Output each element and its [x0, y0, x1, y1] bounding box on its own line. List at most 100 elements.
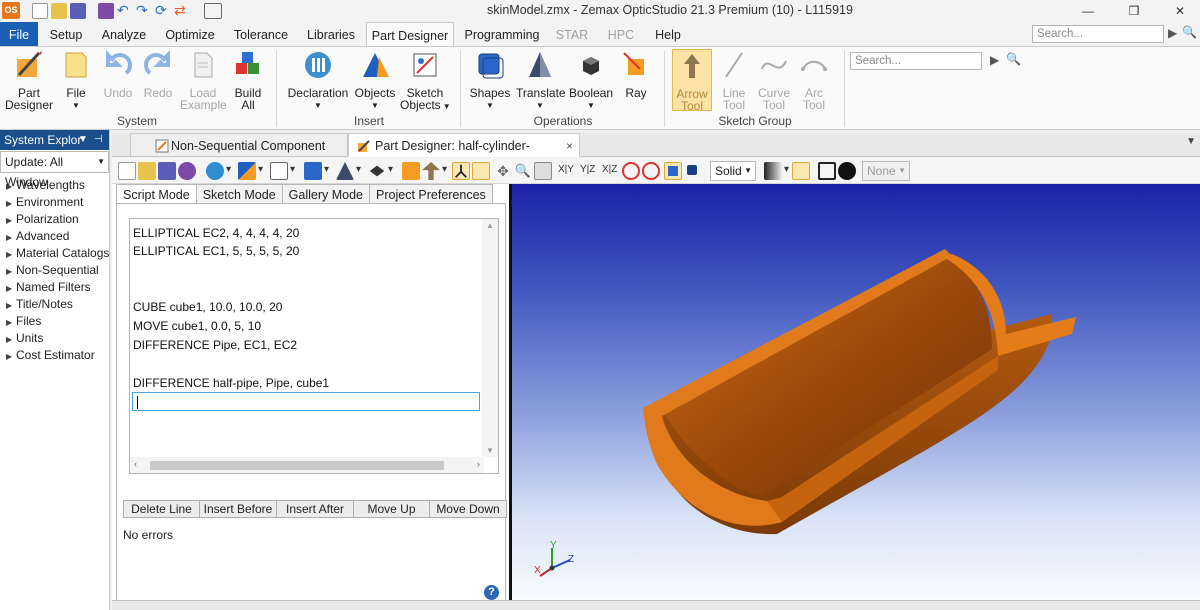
explorer-dropdown-icon[interactable]: ▼ — [78, 130, 88, 150]
current-line-input[interactable] — [132, 392, 480, 411]
tab-project-preferences[interactable]: Project Preferences — [369, 184, 493, 204]
render-mode-select[interactable]: Solid ▼ — [710, 161, 756, 181]
chevron-down-icon[interactable]: ▾ — [442, 164, 447, 175]
chevron-down-icon[interactable]: ▾ — [388, 164, 393, 175]
update-windows-select[interactable]: Update: All Window ▼ — [0, 151, 109, 189]
view-xy-button[interactable]: X|Y — [558, 164, 574, 175]
zoom-icon[interactable]: 🔍 — [514, 162, 532, 180]
help-icon[interactable]: ? — [484, 585, 499, 600]
selection-select[interactable]: None ▼ — [862, 161, 910, 181]
expand-arrow-icon[interactable]: ▶ — [6, 212, 16, 229]
tab-part-designer-file[interactable]: Part Designer: half-cylinder-solid.ZPO × — [348, 133, 580, 177]
tab-sketch-mode[interactable]: Sketch Mode — [195, 184, 283, 204]
tab-optimize[interactable]: Optimize — [160, 22, 220, 46]
insert-after-button[interactable]: Insert After — [276, 500, 354, 518]
view-yz-button[interactable]: Y|Z — [580, 164, 595, 175]
save-part-icon[interactable] — [158, 162, 176, 180]
power-icon[interactable] — [838, 162, 856, 180]
script-line[interactable]: ELLIPTICAL EC2, 4, 4, 4, 4, 20 — [133, 225, 299, 242]
minimize-button[interactable]: — — [1068, 0, 1108, 22]
script-line[interactable]: DIFFERENCE Pipe, EC1, EC2 — [133, 337, 297, 354]
fit-view-icon[interactable] — [818, 162, 836, 180]
search-zoom-icon[interactable]: 🔍 — [1006, 52, 1021, 66]
expand-arrow-icon[interactable]: ▶ — [6, 229, 16, 246]
scroll-down-icon[interactable]: ▼ — [486, 446, 494, 455]
explorer-item-environment[interactable]: ▶ Environment — [0, 194, 109, 211]
shapes-button[interactable]: Shapes ▼ — [468, 49, 512, 112]
move-down-button[interactable]: Move Down — [429, 500, 507, 518]
expand-arrow-icon[interactable]: ▶ — [6, 246, 16, 263]
wireframe-view-icon[interactable] — [684, 162, 702, 180]
tab-script-mode[interactable]: Script Mode — [116, 184, 197, 204]
expand-arrow-icon[interactable]: ▶ — [6, 314, 16, 331]
chevron-down-icon[interactable]: ▾ — [356, 164, 361, 175]
load-example-button[interactable]: Load Example — [180, 49, 227, 111]
ribbon-inner-search-input[interactable]: Search... — [850, 52, 982, 70]
redo-button[interactable]: Redo — [140, 49, 176, 99]
tab-overflow-icon[interactable]: ▼ — [1186, 136, 1196, 147]
expand-arrow-icon[interactable]: ▶ — [6, 195, 16, 212]
sketch-tool-icon[interactable] — [270, 162, 288, 180]
tab-help[interactable]: Help — [648, 22, 688, 46]
declaration-tool-icon[interactable] — [206, 162, 224, 180]
screenshot-icon[interactable] — [534, 162, 552, 180]
scroll-left-icon[interactable]: ‹ — [134, 459, 137, 469]
undo-button[interactable]: Undo — [100, 49, 136, 99]
objects-button[interactable]: Objects ▼ — [354, 49, 396, 112]
tab-setup[interactable]: Setup — [44, 22, 88, 46]
script-line[interactable]: CUBE cube1, 10.0, 10.0, 20 — [133, 299, 282, 316]
close-tab-icon[interactable]: × — [566, 134, 573, 158]
chevron-down-icon[interactable]: ▾ — [784, 164, 789, 175]
script-line[interactable]: ELLIPTICAL EC1, 5, 5, 5, 5, 20 — [133, 243, 299, 260]
explorer-item-cost-estimator[interactable]: ▶ Cost Estimator — [0, 347, 109, 364]
boolean-tool-icon[interactable] — [369, 165, 385, 177]
half-pipe-model[interactable] — [512, 184, 1200, 600]
explorer-item-material-catalogs[interactable]: ▶ Material Catalogs — [0, 245, 109, 262]
sketch-objects-button[interactable]: Sketch Objects ▼ — [400, 49, 451, 113]
chevron-down-icon[interactable]: ▾ — [258, 164, 263, 175]
tab-tolerance[interactable]: Tolerance — [230, 22, 292, 46]
close-button[interactable]: ✕ — [1160, 0, 1200, 22]
tab-gallery-mode[interactable]: Gallery Mode — [281, 184, 371, 204]
view-xz-button[interactable]: X|Z — [602, 164, 617, 175]
translate-button[interactable]: Translate ▼ — [516, 49, 566, 112]
explorer-item-non-sequential[interactable]: ▶ Non-Sequential — [0, 262, 109, 279]
arrow-select-icon[interactable] — [422, 162, 440, 180]
vertical-scrollbar[interactable]: ▲ ▼ — [482, 219, 498, 457]
rotate-reset-icon[interactable] — [622, 162, 640, 180]
ray-button[interactable]: Ray — [618, 49, 654, 99]
scroll-up-icon[interactable]: ▲ — [486, 221, 494, 230]
pin-icon[interactable]: ⊣ — [94, 130, 103, 150]
delete-line-button[interactable]: Delete Line — [123, 500, 200, 518]
translate-tool-icon[interactable] — [336, 162, 354, 180]
new-part-icon[interactable] — [118, 162, 136, 180]
tab-programming[interactable]: Programming — [462, 22, 542, 46]
highlight-pen-icon[interactable] — [792, 162, 810, 180]
3d-viewport[interactable]: Y Z X — [512, 184, 1200, 600]
restore-button[interactable]: ❐ — [1114, 0, 1154, 22]
search-go-icon[interactable]: ▶ — [990, 53, 999, 67]
move-up-button[interactable]: Move Up — [353, 500, 430, 518]
axes-tool-icon[interactable] — [452, 162, 470, 180]
tab-nsc-editor[interactable]: Non-Sequential Component Editor — [130, 133, 348, 177]
expand-arrow-icon[interactable]: ▶ — [6, 297, 16, 314]
build-all-button[interactable]: Build All — [228, 49, 268, 111]
build-part-icon[interactable] — [178, 162, 196, 180]
explorer-item-title-notes[interactable]: ▶ Title/Notes — [0, 296, 109, 313]
expand-arrow-icon[interactable]: ▶ — [6, 280, 16, 297]
declaration-button[interactable]: Declaration ▼ — [286, 49, 350, 112]
horizontal-scrollbar[interactable]: ‹ › — [130, 457, 484, 473]
view-camera-icon[interactable] — [472, 162, 490, 180]
ribbon-search-input[interactable]: Search... — [1032, 25, 1164, 43]
tab-file[interactable]: File — [0, 22, 38, 46]
color-gradient-icon[interactable] — [764, 162, 782, 180]
explorer-item-units[interactable]: ▶ Units — [0, 330, 109, 347]
boolean-button[interactable]: Boolean ▼ — [568, 49, 614, 112]
solid-view-icon[interactable] — [664, 162, 682, 180]
expand-arrow-icon[interactable]: ▶ — [6, 263, 16, 280]
file-menu-button[interactable]: File ▼ — [58, 49, 94, 112]
tab-part-designer[interactable]: Part Designer — [366, 22, 454, 47]
insert-before-button[interactable]: Insert Before — [199, 500, 277, 518]
scroll-right-icon[interactable]: › — [477, 459, 480, 469]
shapes-tool-icon[interactable] — [304, 162, 322, 180]
